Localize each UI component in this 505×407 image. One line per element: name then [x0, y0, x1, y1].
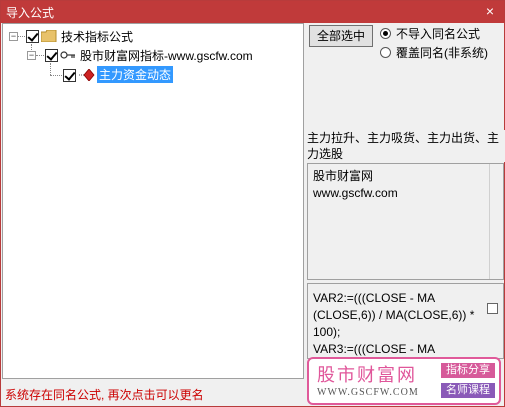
formula-icon: [79, 69, 95, 81]
tree-root-label[interactable]: 技术指标公式: [61, 28, 133, 45]
tree-line: [50, 75, 62, 76]
status-message: 系统存在同名公式, 再次点击可以更名: [5, 388, 204, 402]
child-expander[interactable]: −: [27, 51, 36, 60]
select-all-button[interactable]: 全部选中: [309, 25, 373, 47]
close-icon[interactable]: ×: [482, 3, 498, 19]
code-preview-text: VAR2:=(((CLOSE - MA (CLOSE,6)) / MA(CLOS…: [313, 291, 475, 356]
import-formula-dialog: 导入公式 × − 技术指标公式 − 股市财富网指标-www.gscfw.com: [0, 0, 505, 407]
source-info-panel: 股市财富网 www.gscfw.com: [307, 163, 504, 280]
tree-line: [36, 55, 44, 56]
radio-skip-indicator[interactable]: [380, 28, 391, 39]
tree-child-label[interactable]: 股市财富网指标-www.gscfw.com: [80, 47, 253, 64]
source-info-text: 股市财富网 www.gscfw.com: [313, 169, 398, 200]
watermark-logo: 股市财富网 WWW.GSCFW.COM 指标分享 名师课程: [307, 357, 501, 405]
watermark-brand: 股市财富网: [317, 365, 417, 386]
child-checkbox[interactable]: [45, 49, 58, 62]
formula-description: 主力拉升、主力吸货、主力出货、主力选股: [307, 130, 505, 162]
radio-skip-label[interactable]: 不导入同名公式: [396, 26, 480, 42]
key-icon: [60, 51, 75, 59]
code-checkbox[interactable]: [487, 303, 498, 314]
tree-line: [18, 36, 25, 37]
source-scrollbar[interactable]: [489, 164, 503, 279]
title-bar: 导入公式 ×: [1, 1, 504, 23]
watermark-tag-course: 名师课程: [441, 383, 495, 398]
radio-overwrite-label[interactable]: 覆盖同名(非系统): [396, 45, 488, 61]
code-preview-panel: VAR2:=(((CLOSE - MA (CLOSE,6)) / MA(CLOS…: [307, 283, 504, 359]
watermark-url: WWW.GSCFW.COM: [317, 387, 419, 398]
tree-leaf-label[interactable]: 主力资金动态: [97, 66, 174, 83]
folder-icon: [41, 30, 57, 42]
window-title: 导入公式: [6, 6, 55, 20]
watermark-tag-share: 指标分享: [441, 363, 495, 378]
tree-line: [50, 63, 51, 75]
formula-tree[interactable]: − 技术指标公式 − 股市财富网指标-www.gscfw.com 主力资金动态: [2, 23, 304, 379]
leaf-checkbox[interactable]: [63, 69, 76, 82]
root-expander[interactable]: −: [9, 32, 18, 41]
root-checkbox[interactable]: [26, 30, 39, 43]
radio-overwrite-indicator[interactable]: [380, 47, 391, 58]
